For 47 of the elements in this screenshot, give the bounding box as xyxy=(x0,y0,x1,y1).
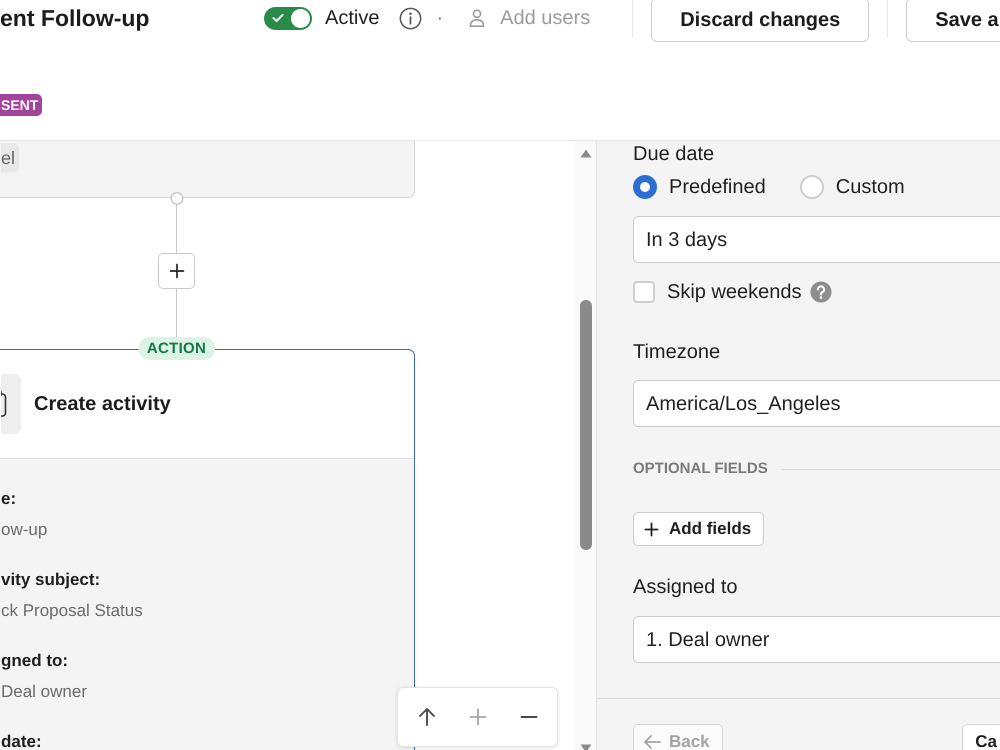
save-button[interactable]: Save a xyxy=(906,0,1000,42)
field-value: ow-up xyxy=(1,519,48,541)
add-step-button[interactable] xyxy=(158,253,195,289)
scrollbar-thumb[interactable] xyxy=(580,300,592,550)
user-icon xyxy=(467,8,488,28)
discard-changes-button[interactable]: Discard changes xyxy=(651,0,870,42)
field-label: gned to: xyxy=(1,650,70,672)
active-toggle[interactable] xyxy=(264,6,312,30)
arrow-up-icon xyxy=(416,706,438,728)
separator: · xyxy=(436,6,444,31)
radio-label[interactable]: Predefined xyxy=(669,172,766,202)
scroll-up-arrow-icon xyxy=(580,149,592,158)
radio-label[interactable]: Custom xyxy=(836,172,905,202)
minus-icon xyxy=(520,715,538,719)
status-badge: SENT xyxy=(0,94,42,116)
timezone-label: Timezone xyxy=(633,340,722,364)
assigned-to-select[interactable]: 1. Deal owner xyxy=(633,616,1000,663)
status-label: Active xyxy=(325,6,380,30)
action-tag: ACTION xyxy=(138,337,216,360)
field-value: Deal owner xyxy=(1,681,88,703)
cancel-button[interactable]: Ca xyxy=(962,724,1000,750)
field-label: e: xyxy=(1,488,18,510)
arrow-left-icon xyxy=(642,732,662,750)
info-icon xyxy=(399,6,422,30)
field-label: vity subject: xyxy=(1,569,102,591)
check-icon xyxy=(272,13,284,23)
add-fields-button[interactable]: Add fields xyxy=(633,512,764,546)
field-value: ck Proposal Status xyxy=(1,600,144,622)
due-date-label: Due date xyxy=(633,142,716,166)
calendar-icon xyxy=(1,374,21,434)
plus-icon xyxy=(644,522,659,536)
plus-icon xyxy=(469,708,487,726)
trigger-card[interactable]: el xyxy=(0,141,415,198)
assigned-to-label: Assigned to xyxy=(633,575,739,599)
checkbox[interactable] xyxy=(633,281,655,303)
field-label: date: xyxy=(1,731,43,750)
radio-button[interactable] xyxy=(633,175,657,199)
condition-chip: el xyxy=(1,143,20,173)
due-date-select[interactable]: In 3 days xyxy=(633,216,1000,263)
section-heading: OPTIONAL FIELDS xyxy=(633,459,768,479)
page-title: ent Follow-up xyxy=(0,4,150,33)
action-title: Create activity xyxy=(34,392,171,417)
timezone-select[interactable]: America/Los_Angeles xyxy=(633,380,1000,427)
scrollbar[interactable] xyxy=(575,141,596,750)
help-icon xyxy=(810,281,832,303)
checkbox-label[interactable]: Skip weekends xyxy=(667,277,802,307)
plus-icon xyxy=(168,263,184,279)
